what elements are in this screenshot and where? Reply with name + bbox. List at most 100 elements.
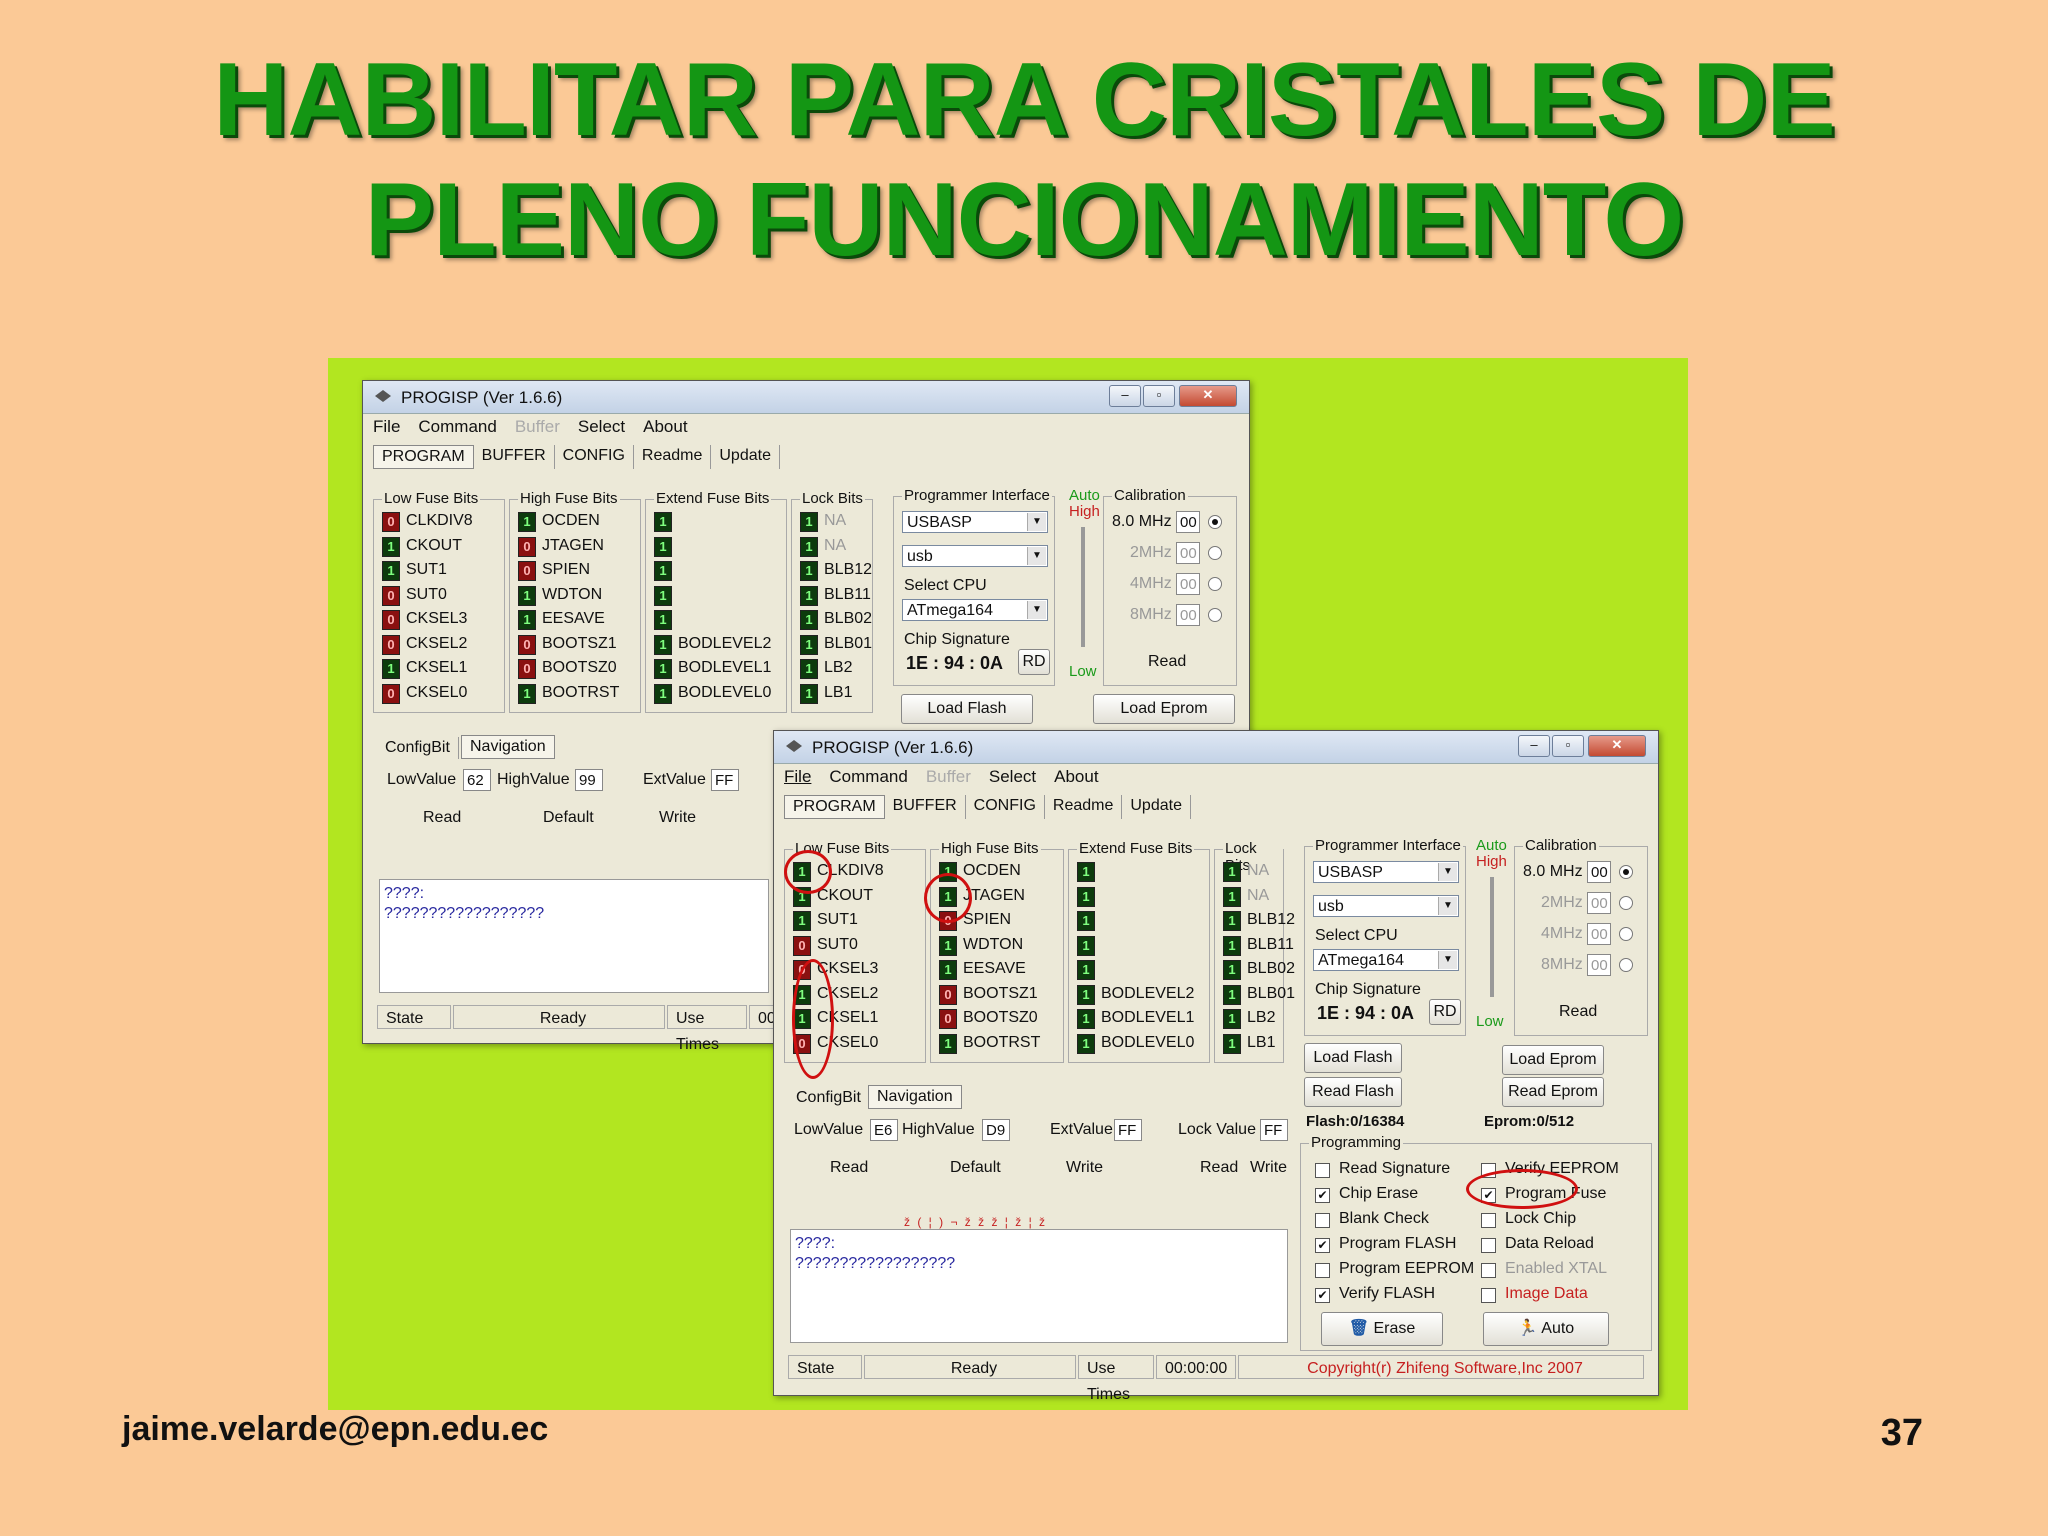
tab-program[interactable]: PROGRAM: [373, 445, 474, 469]
calibration-value[interactable]: 00: [1587, 954, 1611, 976]
fuse-bit-toggle[interactable]: 0: [382, 512, 400, 532]
fuse-bit-toggle[interactable]: 1: [1077, 862, 1095, 882]
calibration-value[interactable]: 00: [1587, 861, 1611, 883]
load-flash-button[interactable]: Load Flash: [901, 694, 1033, 724]
fuse-bit-toggle[interactable]: 0: [793, 935, 811, 956]
write-fuse-button[interactable]: Write: [659, 809, 696, 827]
tab-configbit[interactable]: ConfigBit: [377, 737, 459, 759]
fuse-bit-toggle[interactable]: 1: [1077, 1033, 1095, 1054]
menu-command[interactable]: Command: [829, 767, 907, 789]
menu-file[interactable]: File: [373, 417, 400, 439]
fuse-bit-toggle[interactable]: 1: [518, 610, 536, 630]
read-fuse-button[interactable]: Read: [423, 809, 461, 827]
tab-navigation[interactable]: Navigation: [461, 735, 555, 759]
fuse-bit-toggle[interactable]: 1: [518, 683, 536, 704]
write-fuse-button[interactable]: Write: [1066, 1159, 1103, 1177]
fuse-bit-toggle[interactable]: 0: [518, 536, 536, 557]
ext-value-field[interactable]: FF: [1114, 1119, 1142, 1141]
calibration-value[interactable]: 00: [1176, 542, 1200, 564]
high-value-field[interactable]: 99: [575, 769, 603, 791]
fuse-bit-toggle[interactable]: 1: [793, 911, 811, 931]
fuse-bit-toggle[interactable]: 1: [1223, 935, 1241, 956]
load-eprom-button[interactable]: Load Eprom: [1093, 694, 1235, 724]
fuse-bit-toggle[interactable]: 0: [382, 585, 400, 606]
interface-select[interactable]: USBASP ▼: [1313, 861, 1459, 883]
tab-config[interactable]: CONFIG: [966, 795, 1045, 819]
fuse-bit-toggle[interactable]: 1: [654, 585, 672, 606]
fuse-bit-toggle[interactable]: 0: [382, 683, 400, 704]
fuse-bit-toggle[interactable]: 0: [518, 634, 536, 655]
fuse-bit-toggle[interactable]: 1: [1223, 984, 1241, 1005]
fuse-bit-toggle[interactable]: 0: [939, 984, 957, 1005]
fuse-bit-toggle[interactable]: 1: [800, 634, 818, 655]
calibration-value[interactable]: 00: [1176, 511, 1200, 533]
fuse-bit-toggle[interactable]: 1: [1223, 1009, 1241, 1029]
fuse-bit-toggle[interactable]: 1: [800, 683, 818, 704]
fuse-bit-toggle[interactable]: 1: [654, 634, 672, 655]
speed-slider[interactable]: [1081, 527, 1085, 647]
checkbox[interactable]: [1315, 1213, 1330, 1228]
tab-readme[interactable]: Readme: [634, 445, 712, 469]
calibration-radio[interactable]: [1619, 865, 1633, 879]
calibration-radio[interactable]: [1619, 927, 1633, 941]
read-signature-button[interactable]: RD: [1429, 999, 1461, 1025]
calibration-radio[interactable]: [1619, 958, 1633, 972]
fuse-bit-toggle[interactable]: 0: [518, 659, 536, 679]
close-icon[interactable]: ✕: [1179, 385, 1237, 407]
read-signature-button[interactable]: RD: [1018, 649, 1050, 675]
fuse-bit-toggle[interactable]: 1: [654, 536, 672, 557]
fuse-bit-toggle[interactable]: 1: [939, 935, 957, 956]
menu-about[interactable]: About: [1054, 767, 1098, 789]
fuse-bit-toggle[interactable]: 0: [518, 561, 536, 581]
minimize-icon[interactable]: –: [1109, 385, 1141, 407]
tab-readme[interactable]: Readme: [1045, 795, 1123, 819]
port-select[interactable]: usb ▼: [1313, 895, 1459, 917]
checkbox[interactable]: [1315, 1163, 1330, 1178]
fuse-bit-toggle[interactable]: 1: [654, 683, 672, 704]
menu-file[interactable]: File: [784, 767, 811, 789]
fuse-bit-toggle[interactable]: 1: [800, 561, 818, 581]
fuse-bit-toggle[interactable]: 1: [1077, 886, 1095, 907]
fuse-bit-toggle[interactable]: 1: [800, 536, 818, 557]
load-flash-button[interactable]: Load Flash: [1304, 1043, 1402, 1073]
auto-button[interactable]: 🏃 Auto: [1483, 1312, 1609, 1346]
checkbox[interactable]: [1481, 1213, 1496, 1228]
checkbox[interactable]: [1481, 1288, 1496, 1303]
fuse-bit-toggle[interactable]: 1: [1223, 862, 1241, 882]
fuse-bit-toggle[interactable]: 1: [939, 960, 957, 980]
low-value-field[interactable]: E6: [870, 1119, 898, 1141]
ext-value-field[interactable]: FF: [711, 769, 739, 791]
calibration-radio[interactable]: [1619, 896, 1633, 910]
fuse-bit-toggle[interactable]: 1: [1077, 984, 1095, 1005]
checkbox[interactable]: ✔: [1315, 1288, 1330, 1303]
fuse-bit-toggle[interactable]: 1: [1223, 1033, 1241, 1054]
lock-value-field[interactable]: FF: [1260, 1119, 1288, 1141]
tab-navigation[interactable]: Navigation: [868, 1085, 962, 1109]
tab-config[interactable]: CONFIG: [555, 445, 634, 469]
fuse-bit-toggle[interactable]: 0: [939, 1009, 957, 1029]
title-bar[interactable]: PROGISP (Ver 1.6.6) – ▫ ✕: [774, 731, 1658, 764]
read-flash-button[interactable]: Read Flash: [1304, 1077, 1402, 1107]
low-value-field[interactable]: 62: [463, 769, 491, 791]
speed-slider[interactable]: [1490, 877, 1494, 997]
fuse-bit-toggle[interactable]: 1: [654, 561, 672, 581]
tab-update[interactable]: Update: [1122, 795, 1191, 819]
fuse-bit-toggle[interactable]: 1: [1077, 935, 1095, 956]
menu-about[interactable]: About: [643, 417, 687, 439]
calibration-read[interactable]: Read: [1148, 653, 1186, 671]
calibration-radio[interactable]: [1208, 515, 1222, 529]
maximize-icon[interactable]: ▫: [1143, 385, 1175, 407]
menu-select[interactable]: Select: [578, 417, 625, 439]
calibration-read[interactable]: Read: [1559, 1003, 1597, 1021]
menu-select[interactable]: Select: [989, 767, 1036, 789]
menu-buffer[interactable]: Buffer: [515, 417, 560, 439]
checkbox[interactable]: [1481, 1238, 1496, 1253]
fuse-bit-toggle[interactable]: 1: [518, 585, 536, 606]
fuse-bit-toggle[interactable]: 1: [382, 536, 400, 557]
fuse-bit-toggle[interactable]: 1: [1223, 911, 1241, 931]
tab-program[interactable]: PROGRAM: [784, 795, 885, 819]
cpu-select[interactable]: ATmega164 ▼: [1313, 949, 1459, 971]
fuse-bit-toggle[interactable]: 1: [800, 659, 818, 679]
calibration-value[interactable]: 00: [1587, 923, 1611, 945]
menu-command[interactable]: Command: [418, 417, 496, 439]
